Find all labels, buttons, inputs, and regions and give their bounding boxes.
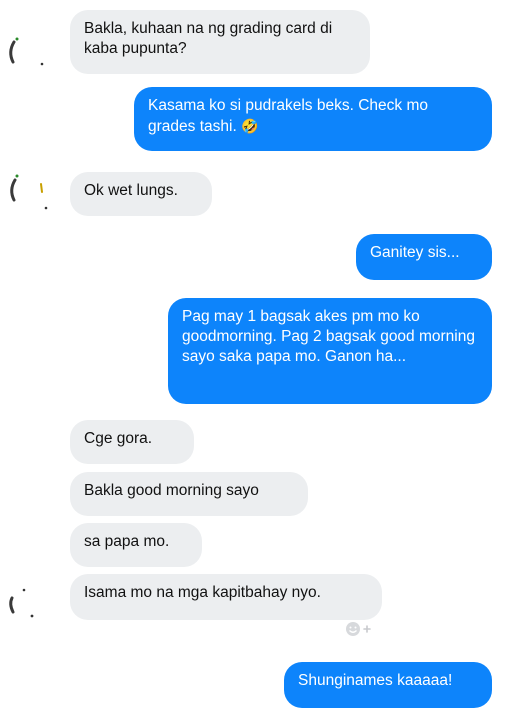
message-text: Ganitey sis... xyxy=(370,244,460,261)
message-bubble-outgoing[interactable]: Pag may 1 bagsak akes pm mo ko goodmorni… xyxy=(168,298,492,404)
message-text: Bakla good morning sayo xyxy=(84,482,259,499)
message-bubble-incoming[interactable]: Isama mo na mga kapitbahay nyo. xyxy=(70,574,382,620)
add-reaction-icon[interactable] xyxy=(343,620,373,638)
message-text: Ok wet lungs. xyxy=(84,182,178,199)
message-bubble-outgoing[interactable]: Ganitey sis... xyxy=(356,234,492,280)
message-text: Shunginames kaaaaa! xyxy=(298,672,453,689)
message-bubble-incoming[interactable]: Cge gora. xyxy=(70,420,194,464)
contact-avatar-icon[interactable] xyxy=(4,576,48,620)
message-text: Cge gora. xyxy=(84,430,153,447)
message-bubble-incoming[interactable]: Bakla good morning sayo xyxy=(70,472,308,516)
message-text: Pag may 1 bagsak akes pm mo ko goodmorni… xyxy=(182,308,475,365)
message-bubble-incoming[interactable]: Bakla, kuhaan na ng grading card di kaba… xyxy=(70,10,370,74)
message-text: Bakla, kuhaan na ng grading card di kaba… xyxy=(84,20,333,57)
message-text: Isama mo na mga kapitbahay nyo. xyxy=(84,584,321,601)
chat-thread: Bakla, kuhaan na ng grading card di kaba… xyxy=(0,0,519,720)
message-bubble-incoming[interactable]: sa papa mo. xyxy=(70,523,202,567)
message-text: Kasama ko si pudrakels beks. Check mo gr… xyxy=(148,97,428,135)
contact-avatar-icon[interactable] xyxy=(4,170,48,214)
message-bubble-outgoing[interactable]: Shunginames kaaaaa! xyxy=(284,662,492,708)
message-text: sa papa mo. xyxy=(84,533,170,550)
laughing-emoji-icon: 🤣 xyxy=(241,118,259,134)
message-bubble-incoming[interactable]: Ok wet lungs. xyxy=(70,172,212,216)
message-bubble-outgoing[interactable]: Kasama ko si pudrakels beks. Check mo gr… xyxy=(134,87,492,151)
contact-avatar-icon[interactable] xyxy=(4,30,48,74)
